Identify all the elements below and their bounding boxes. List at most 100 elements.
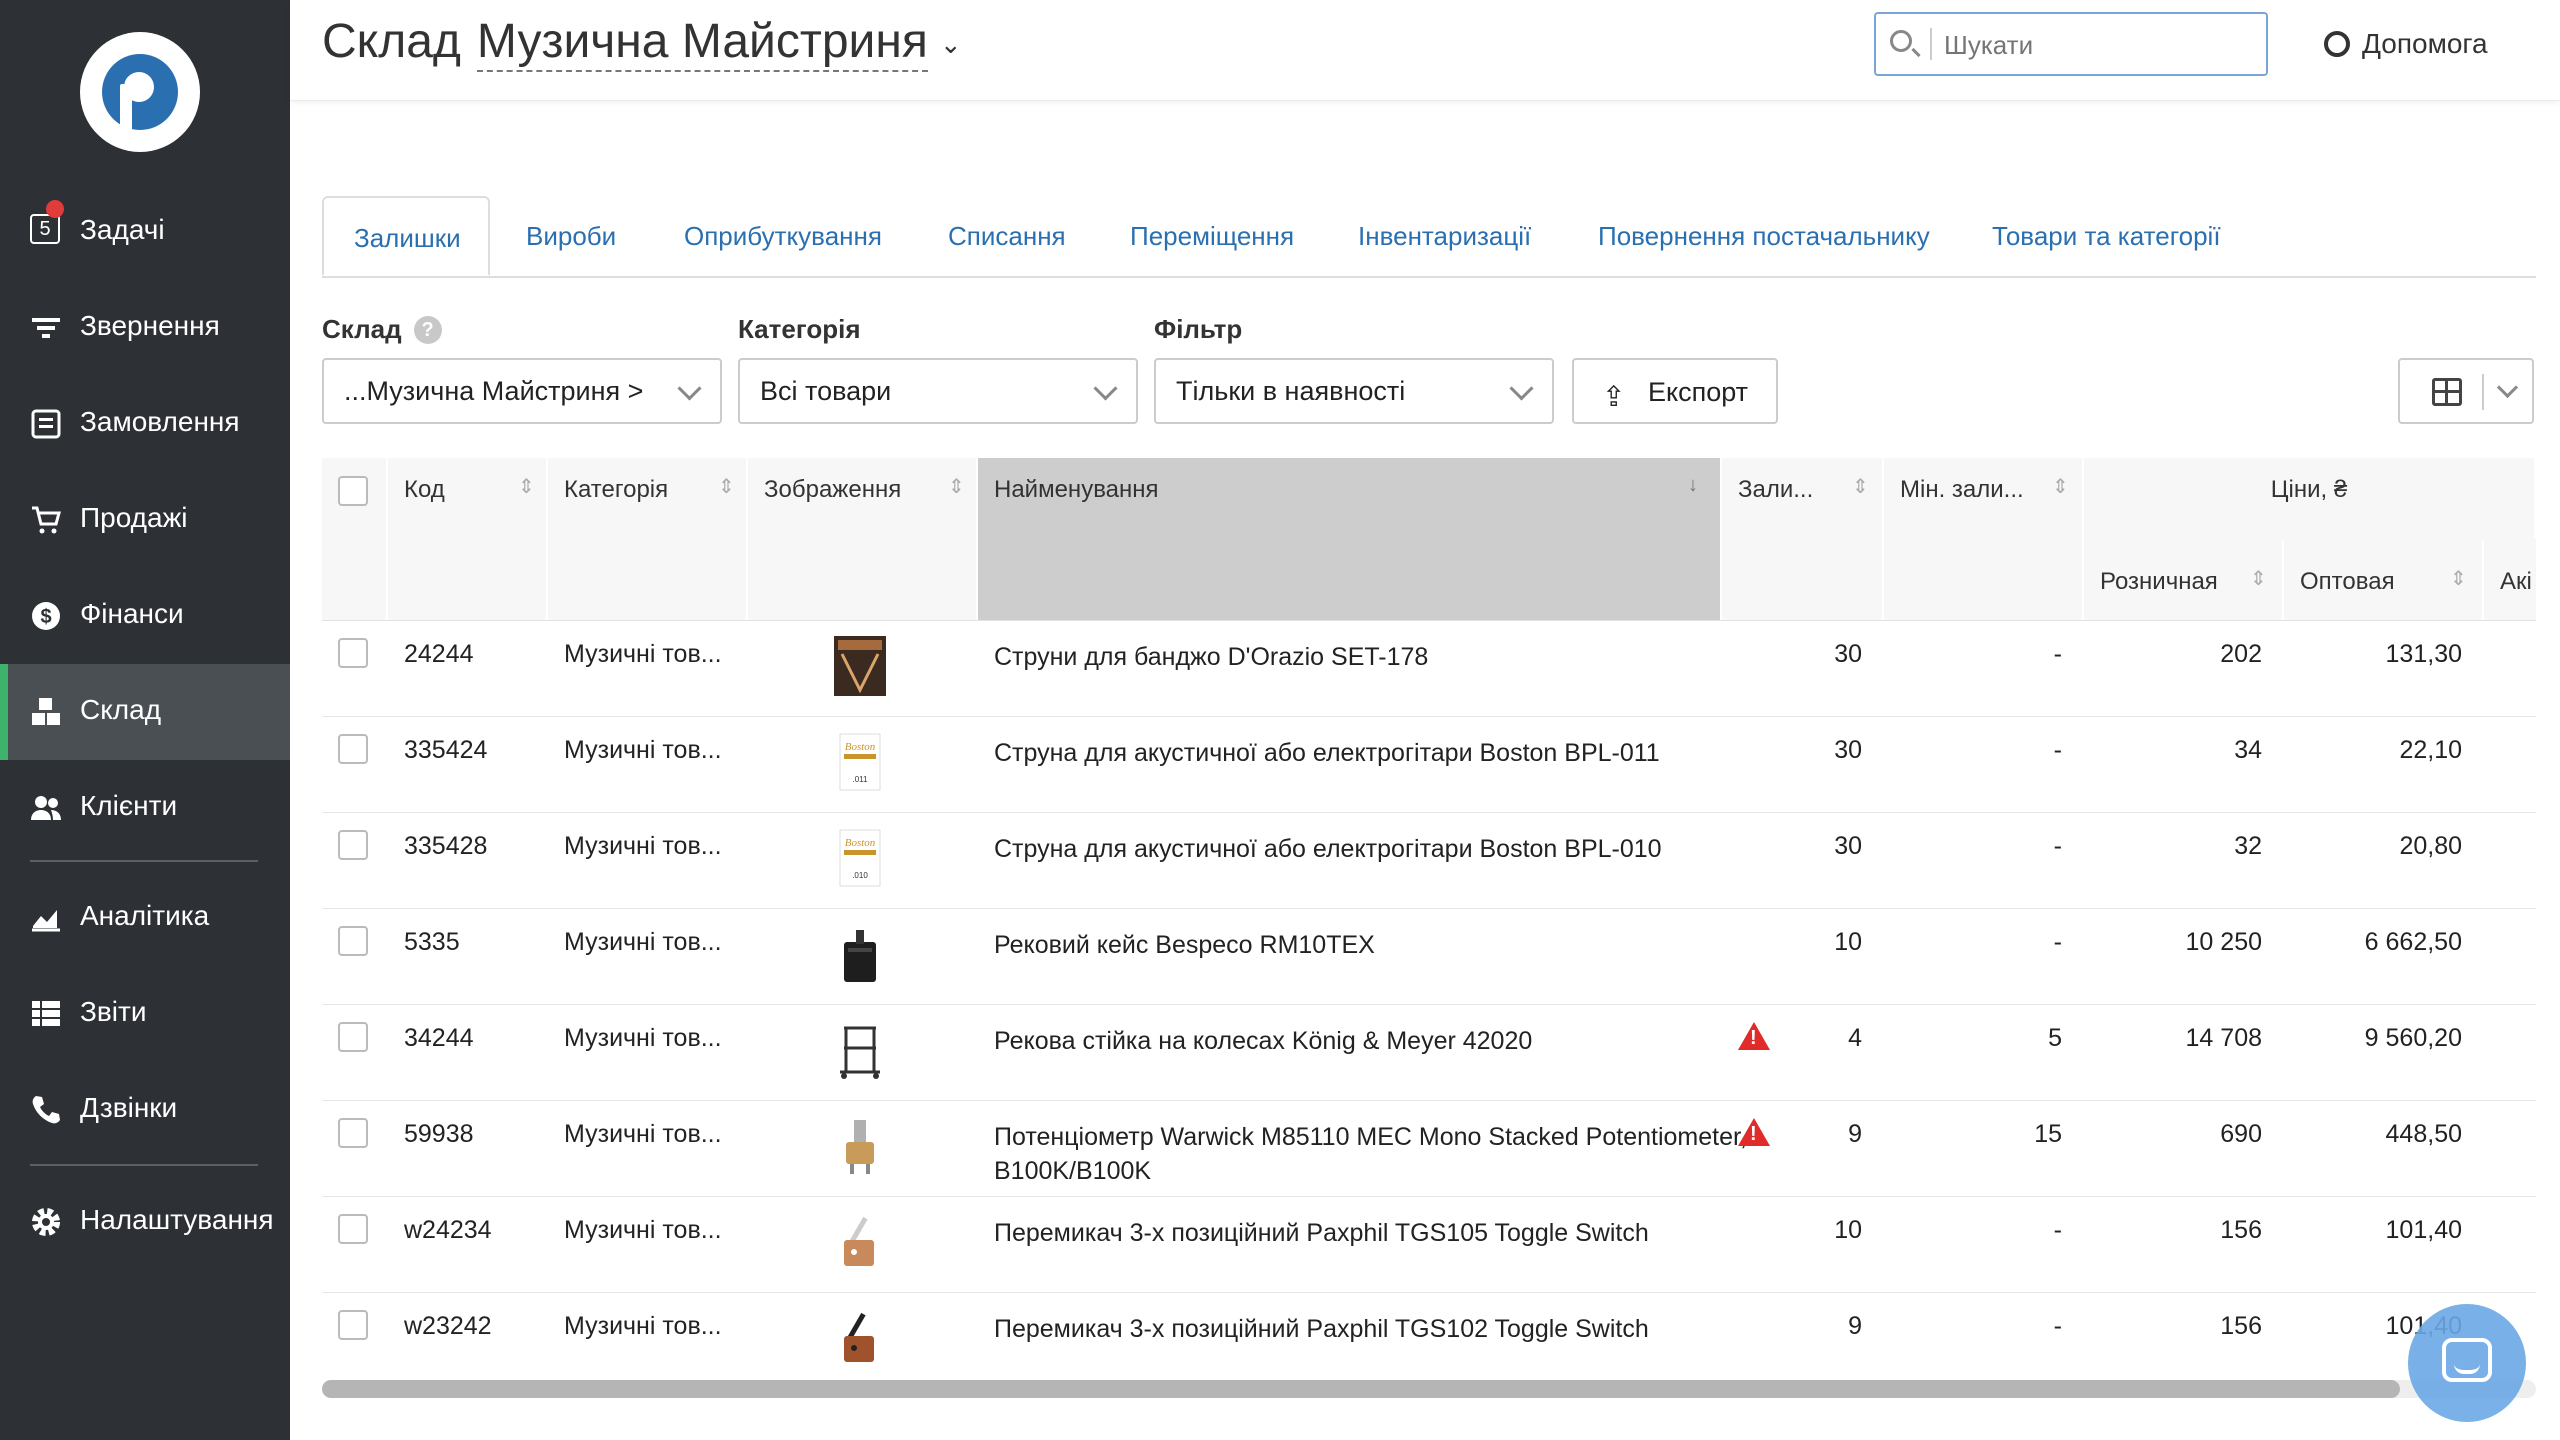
scrollbar-thumb[interactable]: [322, 1380, 2400, 1398]
stock-table: Код ⇕ Категорія ⇕ Зображення ⇕ Найменування…: [322, 458, 2536, 1378]
cell-category: Музичні тов...: [564, 640, 722, 668]
column-header-retail[interactable]: Розничная ⇕: [2084, 540, 2284, 620]
table-row[interactable]: 59938 Музичні тов... Потенціометр Warwick …: [322, 1100, 2536, 1197]
svg-text:.010: .010: [852, 871, 868, 880]
sort-icon: ⇕: [518, 476, 535, 498]
select-all-checkbox[interactable]: [338, 476, 368, 506]
cell-name[interactable]: Перемикач 3-х позиційний Paxphil TGS105 …: [994, 1216, 1754, 1250]
row-checkbox[interactable]: [338, 1214, 368, 1244]
chevron-down-icon[interactable]: [2496, 376, 2519, 399]
export-button[interactable]: ⇪ Експорт: [1572, 358, 1778, 424]
store-selector[interactable]: Музична Майстриня: [476, 15, 928, 72]
chevron-down-icon[interactable]: ⌄: [940, 29, 962, 59]
cell-category: Музичні тов...: [564, 1312, 722, 1340]
sidebar-item-orders[interactable]: Замовлення: [0, 376, 290, 472]
category-select[interactable]: Всі товари: [738, 358, 1138, 424]
cell-name[interactable]: Рековий кейс Bespeco RM10TEX: [994, 928, 1754, 962]
tab-goods-categories[interactable]: Товари та категорії: [1992, 196, 2221, 276]
help-link[interactable]: Допомога: [2324, 28, 2488, 60]
row-checkbox[interactable]: [338, 638, 368, 668]
column-header-wholesale[interactable]: Оптовая ⇕: [2284, 540, 2484, 620]
svg-text:$: $: [40, 606, 51, 628]
sidebar-item-sales[interactable]: Продажі: [0, 472, 290, 568]
help-question-icon[interactable]: ?: [413, 316, 442, 344]
tab-transfers[interactable]: Переміщення: [1130, 196, 1294, 276]
cell-name[interactable]: Перемикач 3-х позиційний Paxphil TGS102 …: [994, 1312, 1754, 1346]
column-header-category[interactable]: Категорія ⇕: [548, 458, 748, 620]
product-image[interactable]: Boston .011: [830, 730, 890, 794]
table-row[interactable]: 335424 Музичні тов... Boston .011 Струна для…: [322, 716, 2536, 813]
row-checkbox[interactable]: [338, 926, 368, 956]
chat-widget-button[interactable]: [2408, 1304, 2526, 1422]
column-header-stock[interactable]: Зали... ⇕: [1722, 458, 1884, 620]
cell-retail-price: 202: [2220, 640, 2262, 668]
column-header-min-stock[interactable]: Мін. зали... ⇕: [1884, 458, 2084, 620]
cell-min-stock: -: [2053, 736, 2062, 764]
availability-filter-select[interactable]: Тільки в наявності: [1154, 358, 1554, 424]
tab-supplier-returns[interactable]: Повернення постачальнику: [1598, 196, 1930, 276]
tab-write-offs[interactable]: Списання: [948, 196, 1066, 276]
product-image[interactable]: [830, 1018, 890, 1082]
row-checkbox[interactable]: [338, 1118, 368, 1148]
sidebar-item-clients[interactable]: Клієнти: [0, 760, 290, 856]
product-image[interactable]: [830, 1210, 890, 1274]
tab-stock[interactable]: Залишки: [322, 196, 490, 276]
sidebar-item-reports[interactable]: Звіти: [0, 966, 290, 1062]
sidebar-item-requests[interactable]: Звернення: [0, 280, 290, 376]
cell-name[interactable]: Рекова стійка на колесах König & Meyer 4…: [994, 1024, 1754, 1058]
search-input[interactable]: [1942, 22, 2246, 68]
cell-name[interactable]: Потенціометр Warwick M85110 MEC Mono Sta…: [994, 1120, 1754, 1188]
column-header-image[interactable]: Зображення ⇕: [748, 458, 978, 620]
chevron-down-icon: [677, 376, 702, 401]
product-image[interactable]: [830, 922, 890, 986]
cell-name[interactable]: Струна для акустичної або електрогітари …: [994, 832, 1754, 866]
column-header-code[interactable]: Код ⇕: [388, 458, 548, 620]
page-title-text: Склад: [322, 15, 461, 68]
sidebar-item-label: Звернення: [80, 310, 220, 341]
sidebar-item-analytics[interactable]: Аналітика: [0, 870, 290, 966]
product-image[interactable]: Boston .010: [830, 826, 890, 890]
sidebar-item-calls[interactable]: Дзвінки: [0, 1062, 290, 1158]
product-image[interactable]: [830, 1306, 890, 1370]
tab-products[interactable]: Вироби: [526, 196, 616, 276]
row-checkbox[interactable]: [338, 830, 368, 860]
table-row[interactable]: 335428 Музичні тов... Boston .010 Струна для…: [322, 812, 2536, 909]
filter-select-value: Тільки в наявності: [1176, 376, 1406, 406]
cell-stock: 30: [1834, 736, 1862, 764]
row-checkbox[interactable]: [338, 1310, 368, 1340]
cell-wholesale-price: 9 560,20: [2364, 1024, 2462, 1052]
horizontal-scrollbar[interactable]: [322, 1380, 2536, 1398]
view-button-separator: [2482, 374, 2484, 410]
row-checkbox[interactable]: [338, 1022, 368, 1052]
sidebar-item-warehouse[interactable]: Склад: [0, 664, 290, 760]
table-row[interactable]: 24244 Музичні тов... Струни для банджо D'O…: [322, 620, 2536, 717]
row-checkbox[interactable]: [338, 734, 368, 764]
export-icon: ⇪: [1602, 381, 1626, 412]
warehouse-select[interactable]: ...Музична Майстриня >: [322, 358, 722, 424]
sidebar-item-settings[interactable]: Налаштування: [0, 1174, 290, 1270]
table-row[interactable]: 34244 Музичні тов... Рекова стійка на коле…: [322, 1004, 2536, 1101]
column-header-promo[interactable]: Акі: [2484, 540, 2536, 620]
cell-name[interactable]: Струна для акустичної або електрогітари …: [994, 736, 1754, 770]
cell-name[interactable]: Струни для банджо D'Orazio SET-178: [994, 640, 1754, 674]
sidebar-item-label: Замовлення: [80, 406, 240, 437]
search-icon: [1890, 30, 1912, 52]
table-row[interactable]: 5335 Музичні тов... Рековий кейс Bespeco R…: [322, 908, 2536, 1005]
cell-min-stock: -: [2053, 1216, 2062, 1244]
sidebar-item-finances[interactable]: $ Фінанси: [0, 568, 290, 664]
column-group-prices: Ціни, ₴: [2084, 458, 2536, 538]
sort-icon: ⇕: [2450, 568, 2467, 590]
table-row[interactable]: w23242 Музичні тов... Перемикач 3-х позиці…: [322, 1292, 2536, 1378]
column-header-name[interactable]: Найменування ↓: [978, 458, 1722, 620]
sidebar-item-label: Склад: [80, 694, 162, 725]
tab-receipts[interactable]: Оприбуткування: [684, 196, 882, 276]
tab-inventories[interactable]: Інвентаризації: [1358, 196, 1531, 276]
cell-min-stock: -: [2053, 640, 2062, 668]
table-row[interactable]: w24234 Музичні тов... Перемикач 3-х позиці…: [322, 1196, 2536, 1293]
svg-text:Boston: Boston: [845, 741, 876, 753]
table-view-button[interactable]: [2398, 358, 2534, 424]
product-image[interactable]: [830, 1114, 890, 1178]
app-logo[interactable]: [80, 32, 200, 152]
sidebar-item-tasks[interactable]: 5 Задачі: [0, 184, 290, 280]
product-image[interactable]: [830, 634, 890, 698]
